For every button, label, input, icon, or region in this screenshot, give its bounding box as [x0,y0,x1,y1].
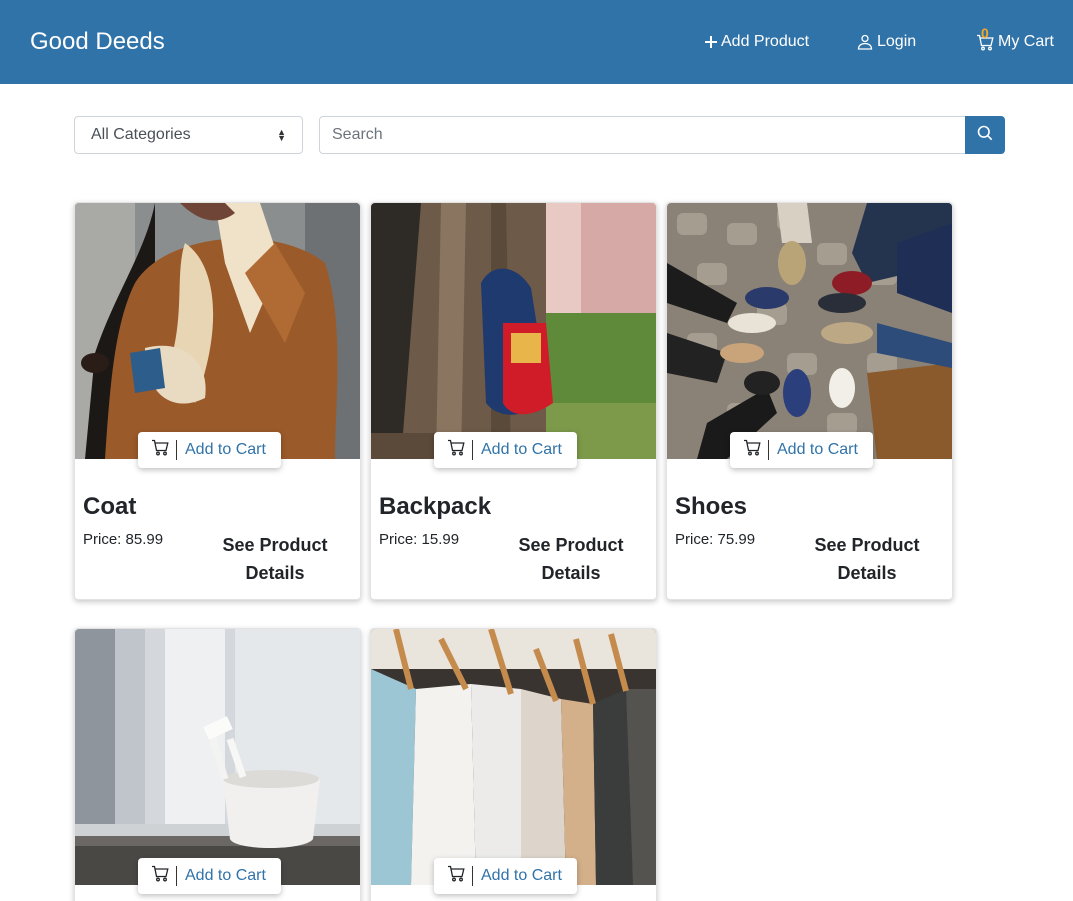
add-product-link[interactable]: Add Product [704,30,809,54]
shirts-on-hangers-photo[interactable] [371,629,656,885]
product-price: Price: 85.99 [83,531,164,548]
cart-icon [151,439,169,461]
add-to-cart-button[interactable]: Add to Cart [138,858,281,894]
product-name: Shoes [675,493,748,520]
backpack-leaning-on-tree-photo[interactable] [371,203,656,459]
add-to-cart-button[interactable]: Add to Cart [138,432,281,468]
add-to-cart-label: Add to Cart [481,867,562,884]
add-to-cart-label: Add to Cart [777,441,858,458]
navbar: Good Deeds Add Product Login 0 My Cart [0,0,1073,84]
product-name: Coat [83,493,137,520]
add-to-cart-label: Add to Cart [185,441,266,458]
cart-label: My Cart [998,33,1054,50]
divider [176,866,177,886]
search-icon [977,125,993,146]
add-product-label: Add Product [721,33,810,50]
product-card: Add to Cart [370,628,657,901]
divider [472,440,473,460]
cart-count-badge: 0 [981,24,989,41]
woman-in-brown-shearling-coat-photo[interactable] [75,203,360,459]
divider [176,440,177,460]
brand-logo[interactable]: Good Deeds [30,26,165,58]
white-cup-on-windowsill-photo[interactable] [75,629,360,885]
product-price: Price: 75.99 [675,531,756,548]
add-to-cart-button[interactable]: Add to Cart [730,432,873,468]
cart-icon: 0 [976,26,994,51]
category-select-value: All Categories [91,126,191,143]
search-button[interactable] [965,116,1005,154]
my-cart-link[interactable]: 0 My Cart [976,26,1054,54]
see-product-details-link[interactable]: See Product Details [215,531,335,587]
product-price: Price: 15.99 [379,531,460,548]
cart-icon [447,865,465,887]
add-to-cart-button[interactable]: Add to Cart [434,858,577,894]
chevron-up-down-icon: ▲ ▼ [277,127,286,143]
product-card: Add to Cart Backpack Price: 15.99 See Pr… [370,202,657,600]
product-card: Add to Cart Coat Price: 85.99 See Produc… [74,202,361,600]
add-to-cart-label: Add to Cart [481,441,562,458]
login-label: Login [877,33,917,50]
cart-icon [151,865,169,887]
add-to-cart-label: Add to Cart [185,867,266,884]
product-card: Add to Cart [74,628,361,901]
product-name: Backpack [379,493,492,520]
search-input[interactable] [319,116,966,154]
cart-icon [447,439,465,461]
login-link[interactable]: Login [857,30,916,54]
feet-in-circle-on-cobblestones-photo[interactable] [667,203,952,459]
see-product-details-link[interactable]: See Product Details [807,531,927,587]
see-product-details-link[interactable]: See Product Details [511,531,631,587]
category-select[interactable]: All Categories ▲ ▼ [74,116,303,154]
product-card: Add to Cart Shoes Price: 75.99 See Produ… [666,202,953,600]
add-to-cart-button[interactable]: Add to Cart [434,432,577,468]
plus-icon [704,35,718,49]
user-icon [857,34,873,50]
divider [768,440,769,460]
divider [472,866,473,886]
cart-icon [743,439,761,461]
